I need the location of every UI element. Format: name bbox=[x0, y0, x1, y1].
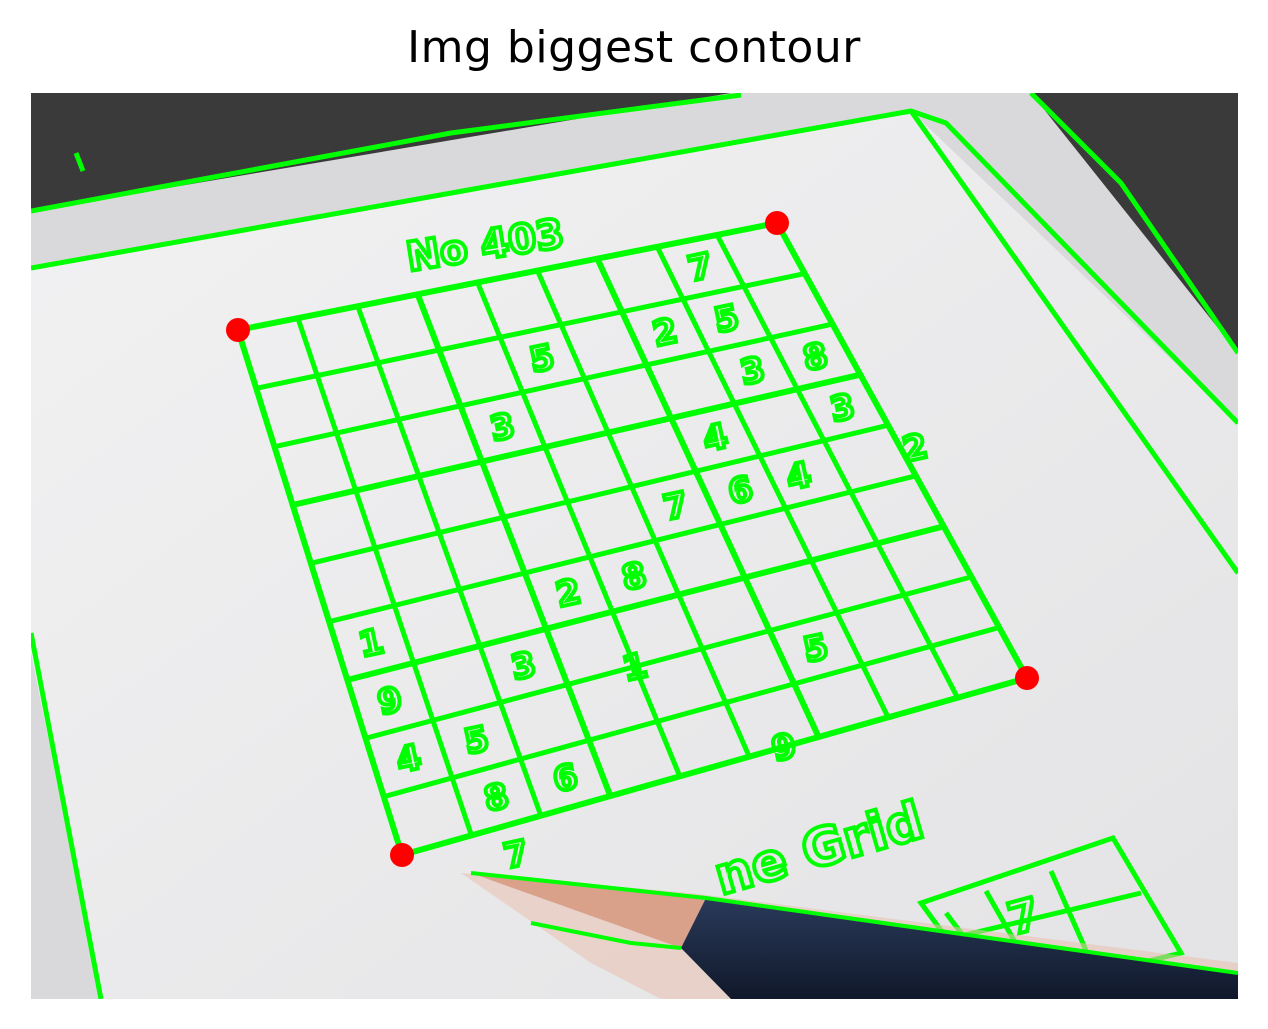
photo-scene: 752 533 8437 6 4212 893 14 558 697 No 403 ne Gri… bbox=[31, 93, 1238, 999]
corner-marker bbox=[226, 318, 250, 342]
photo-panel: 75253384376421289314558697 No 403 ne Gri… bbox=[31, 93, 1238, 999]
corner-marker bbox=[1015, 666, 1039, 690]
figure-title: Img biggest contour bbox=[407, 22, 861, 73]
corner-marker bbox=[390, 843, 414, 867]
corner-marker bbox=[765, 211, 789, 235]
